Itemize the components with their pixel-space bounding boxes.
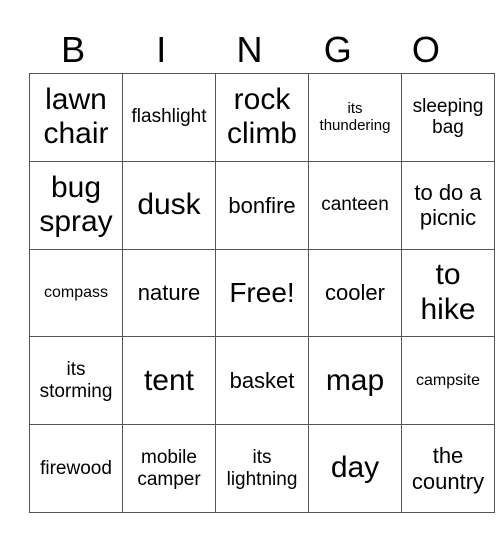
- bingo-cell-text: firewood: [40, 457, 112, 479]
- bingo-row: compass nature Free! cooler to hike: [29, 248, 495, 338]
- bingo-cell[interactable]: firewood: [29, 424, 123, 513]
- bingo-cell-text: flashlight: [131, 106, 207, 128]
- bingo-cell[interactable]: cooler: [308, 248, 402, 338]
- header-letter-b: B: [61, 29, 86, 70]
- header-letter-g: G: [323, 29, 352, 70]
- bingo-cell[interactable]: compass: [29, 248, 123, 338]
- bingo-cell[interactable]: bonfire: [215, 160, 309, 250]
- bingo-cell-text: map: [325, 363, 385, 397]
- bingo-cell[interactable]: tent: [122, 336, 216, 426]
- bingo-cell[interactable]: dusk: [122, 160, 216, 250]
- bingo-cell-text: cooler: [325, 280, 385, 306]
- bingo-cell-text: to do a picnic: [414, 179, 482, 231]
- bingo-row: lawn chair flashlight rock climb its thunde…: [29, 73, 495, 162]
- bingo-cell[interactable]: nature: [122, 248, 216, 338]
- bingo-cell-text: lawn chair: [43, 82, 109, 151]
- bingo-cell[interactable]: basket: [215, 336, 309, 426]
- bingo-cell-text: the country: [411, 443, 485, 494]
- bingo-cell[interactable]: sleeping bag: [401, 73, 495, 162]
- bingo-cell-text: compass: [43, 283, 109, 301]
- bingo-cell[interactable]: bug spray: [29, 160, 123, 250]
- header-letter-o: O: [411, 29, 440, 70]
- bingo-row: bug spray dusk bonfire canteen to do a picni…: [29, 160, 495, 250]
- bingo-cell-text: to hike: [420, 258, 476, 326]
- bingo-row: its storming tent basket map campsite: [29, 336, 495, 426]
- bingo-cell[interactable]: to hike: [401, 248, 495, 338]
- bingo-cell[interactable]: flashlight: [122, 73, 216, 162]
- bingo-cell-text: its thundering: [319, 100, 391, 135]
- bingo-cell[interactable]: the country: [401, 424, 495, 513]
- bingo-cell-text: sleeping bag: [412, 95, 484, 139]
- bingo-cell[interactable]: rock climb: [215, 73, 309, 162]
- bingo-cell[interactable]: day: [308, 424, 402, 513]
- bingo-header: B I N G O: [29, 28, 470, 72]
- bingo-cell[interactable]: Free!: [215, 248, 309, 338]
- header-letter-i: I: [156, 29, 167, 70]
- bingo-cell[interactable]: its storming: [29, 336, 123, 426]
- bingo-cell[interactable]: mobile camper: [122, 424, 216, 513]
- bingo-row: firewood mobile camper its lightning day the…: [29, 424, 495, 513]
- bingo-cell[interactable]: map: [308, 336, 402, 426]
- bingo-cell[interactable]: campsite: [401, 336, 495, 426]
- bingo-cell-text: dusk: [137, 187, 201, 221]
- bingo-cell-text: campsite: [415, 371, 481, 389]
- bingo-cell-text: nature: [137, 280, 201, 306]
- bingo-cell[interactable]: lawn chair: [29, 73, 123, 162]
- header-letter-n: N: [236, 29, 263, 70]
- bingo-cell-text: Free!: [229, 276, 295, 308]
- bingo-cell-text: tent: [143, 363, 195, 397]
- bingo-cell-text: canteen: [321, 194, 389, 216]
- bingo-cell-text: rock climb: [226, 82, 297, 151]
- bingo-grid: lawn chair flashlight rock climb its thunde…: [29, 73, 495, 513]
- bingo-cell-text: basket: [229, 368, 295, 394]
- bingo-cell-text: mobile camper: [137, 446, 201, 490]
- bingo-cell-text: its lightning: [226, 446, 298, 490]
- bingo-cell-text: bonfire: [228, 192, 296, 218]
- bingo-cell-text: its storming: [39, 358, 113, 402]
- bingo-cell-text: day: [330, 451, 380, 485]
- bingo-cell[interactable]: to do a picnic: [401, 160, 495, 250]
- bingo-cell[interactable]: its thundering: [308, 73, 402, 162]
- bingo-cell-text: bug spray: [39, 170, 113, 239]
- bingo-cell[interactable]: canteen: [308, 160, 402, 250]
- bingo-cell[interactable]: its lightning: [215, 424, 309, 513]
